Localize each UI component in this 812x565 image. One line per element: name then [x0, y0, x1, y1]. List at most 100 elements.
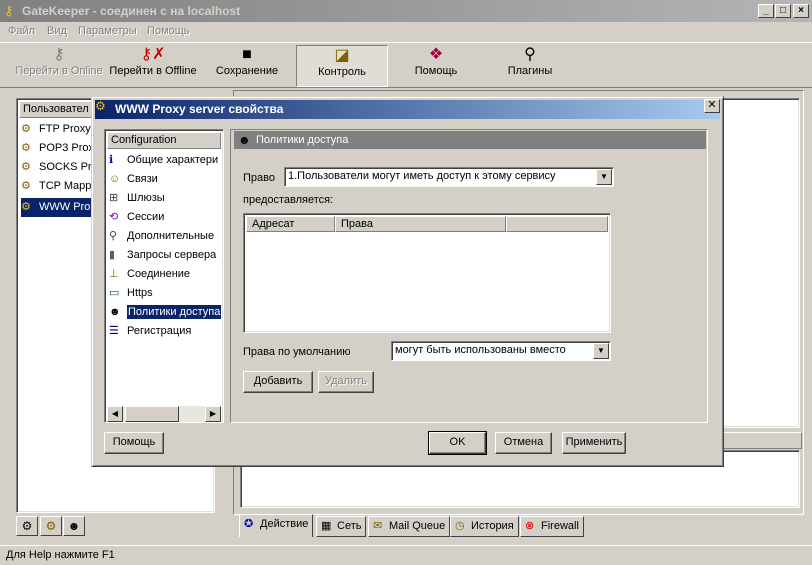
- chevron-down-icon[interactable]: ▼: [593, 343, 609, 359]
- plug-icon: ⚲: [109, 230, 118, 242]
- configuration-list[interactable]: Configuration ℹ Общие характери ☺ Связи ⊞ Ш…: [104, 129, 224, 423]
- rights-list[interactable]: Адресат Права: [243, 213, 611, 333]
- minimize-button[interactable]: _: [758, 4, 774, 18]
- firewall-icon: ⊗: [525, 520, 535, 532]
- history-clock-icon: ◷: [455, 520, 465, 532]
- save-button[interactable]: ■ Сохранение: [202, 45, 292, 87]
- chevron-down-icon[interactable]: ▼: [596, 169, 612, 185]
- maximize-button[interactable]: □: [775, 4, 791, 18]
- config-item-general[interactable]: ℹ Общие характери: [109, 151, 221, 170]
- config-item-gateways[interactable]: ⊞ Шлюзы: [109, 189, 221, 208]
- config-item-links[interactable]: ☺ Связи: [109, 170, 221, 189]
- add-button[interactable]: Добавить: [243, 371, 313, 393]
- toolbar: ⚷ Перейти в Online ⚷✗ Перейти в Offline …: [0, 42, 812, 88]
- info-icon: ℹ: [109, 154, 114, 166]
- right-lower-column-header[interactable]: [722, 432, 802, 449]
- column-header-empty[interactable]: [506, 216, 608, 232]
- policy-icon: ☻: [109, 306, 121, 318]
- tab-action[interactable]: ✪ Действие: [239, 514, 314, 537]
- register-icon: ☰: [109, 325, 119, 337]
- delete-button[interactable]: Удалить: [318, 371, 374, 393]
- menu-help[interactable]: Помощь: [147, 25, 190, 37]
- left-tab-gears[interactable]: ⚙: [40, 516, 62, 536]
- default-rights-value: могут быть использованы вместо: [395, 344, 566, 356]
- config-item-connection[interactable]: ⊥ Соединение: [109, 265, 221, 284]
- sessions-icon: ⟲: [109, 211, 119, 223]
- services-icon: ⚙: [21, 519, 33, 533]
- tab-network[interactable]: ▦ Сеть: [316, 516, 367, 537]
- config-item-additional[interactable]: ⚲ Дополнительные: [109, 227, 221, 246]
- gatekeeper-key-icon: ⚷: [4, 3, 14, 18]
- proxy-gear-icon: ⚙: [21, 201, 31, 213]
- proxy-gear-icon: ⚙: [21, 180, 31, 192]
- key-icon: ⚷: [53, 46, 65, 63]
- plug-icon: ⚲: [524, 46, 536, 63]
- menu-view[interactable]: Вид: [47, 25, 67, 37]
- dialog-title: WWW Proxy server свойства: [115, 102, 284, 116]
- server-icon: ▮: [109, 249, 116, 261]
- tab-firewall[interactable]: ⊗ Firewall: [520, 516, 584, 537]
- action-icon: ✪: [244, 518, 254, 530]
- provides-label: предоставляется:: [243, 194, 334, 206]
- cancel-button[interactable]: Отмена: [495, 432, 552, 454]
- list-item-tcp-mapping[interactable]: ⚙ TCP Mapp: [21, 177, 91, 196]
- config-item-registration[interactable]: ☰ Регистрация: [109, 322, 221, 341]
- gears-icon: ⚙: [45, 519, 57, 533]
- status-text: Для Help нажмите F1: [6, 549, 115, 561]
- dialog-close-button[interactable]: ✕: [704, 99, 720, 113]
- column-header-rights[interactable]: Права: [335, 216, 506, 232]
- https-icon: ▭: [109, 287, 120, 299]
- plugins-button[interactable]: ⚲ Плагины: [484, 45, 576, 87]
- key-x-icon: ⚷✗: [140, 46, 166, 63]
- dialog-titlebar[interactable]: WWW Proxy server свойства: [95, 100, 720, 119]
- scroll-right-icon[interactable]: ▶: [205, 406, 221, 422]
- gateway-icon: ⊞: [109, 192, 119, 204]
- list-item-ftp-proxy[interactable]: ⚙ FTP Proxy: [21, 120, 91, 139]
- policy-icon: ☻: [238, 133, 251, 147]
- left-tab-users[interactable]: ☻: [63, 516, 85, 536]
- control-button[interactable]: ◪ Контроль: [296, 45, 388, 87]
- list-item-socks-proxy[interactable]: ⚙ SOCKS Pr: [21, 158, 92, 177]
- proxy-gear-icon: ⚙: [95, 99, 106, 113]
- network-icon: ▦: [321, 520, 332, 532]
- mail-icon: ✉: [373, 520, 383, 532]
- tab-mail-queue[interactable]: ✉ Mail Queue: [368, 516, 451, 537]
- list-item-www-proxy[interactable]: ⚙ WWW Pro: [21, 198, 97, 217]
- configuration-header[interactable]: Configuration: [107, 132, 221, 149]
- config-horizontal-scrollbar[interactable]: ◀ ▶: [107, 406, 221, 422]
- config-item-https[interactable]: ▭ Https: [109, 284, 221, 303]
- links-icon: ☺: [109, 173, 121, 185]
- list-item-pop3-proxy[interactable]: ⚙ POP3 Prox: [21, 139, 94, 158]
- control-icon: ◪: [334, 47, 350, 64]
- default-rights-select[interactable]: могут быть использованы вместо ▼: [391, 341, 611, 361]
- config-item-server-requests[interactable]: ▮ Запросы сервера: [109, 246, 221, 265]
- menu-settings[interactable]: Параметры: [78, 25, 137, 37]
- column-header-recipient[interactable]: Адресат: [246, 216, 335, 232]
- user-icon: ☻: [67, 519, 81, 533]
- scroll-left-icon[interactable]: ◀: [107, 406, 123, 422]
- proxy-gear-icon: ⚙: [21, 161, 31, 173]
- menu-bar: Файл Вид Параметры Помощь: [0, 22, 812, 41]
- app-titlebar: GateKeeper - соединен с на localhost: [0, 0, 812, 22]
- right-select[interactable]: 1.Пользователи могут иметь доступ к этом…: [284, 167, 614, 187]
- proxy-properties-dialog: WWW Proxy server свойства ⚙ ✕ Configurat…: [91, 96, 724, 467]
- dialog-help-button[interactable]: Помощь: [104, 432, 164, 454]
- config-item-sessions[interactable]: ⟲ Сессии: [109, 208, 221, 227]
- apply-button[interactable]: Применить: [562, 432, 626, 454]
- go-offline-button[interactable]: ⚷✗ Перейти в Offline: [106, 45, 200, 87]
- help-button[interactable]: ❖ Помощь: [390, 45, 482, 87]
- proxy-gear-icon: ⚙: [21, 142, 31, 154]
- right-select-value: 1.Пользователи могут иметь доступ к этом…: [288, 170, 556, 182]
- tab-history[interactable]: ◷ История: [450, 516, 519, 537]
- default-rights-label: Права по умолчанию: [243, 346, 351, 358]
- right-label: Право: [243, 172, 275, 184]
- connection-icon: ⊥: [109, 268, 119, 280]
- config-item-access-policies[interactable]: ☻ Политики доступа: [109, 303, 221, 322]
- ok-button[interactable]: OK: [428, 431, 487, 455]
- go-online-button[interactable]: ⚷ Перейти в Online: [12, 45, 106, 87]
- proxy-gear-icon: ⚙: [21, 123, 31, 135]
- scroll-thumb[interactable]: [125, 406, 179, 422]
- left-tab-services[interactable]: ⚙: [16, 516, 38, 536]
- close-button[interactable]: ×: [793, 4, 809, 18]
- menu-file[interactable]: Файл: [8, 25, 35, 37]
